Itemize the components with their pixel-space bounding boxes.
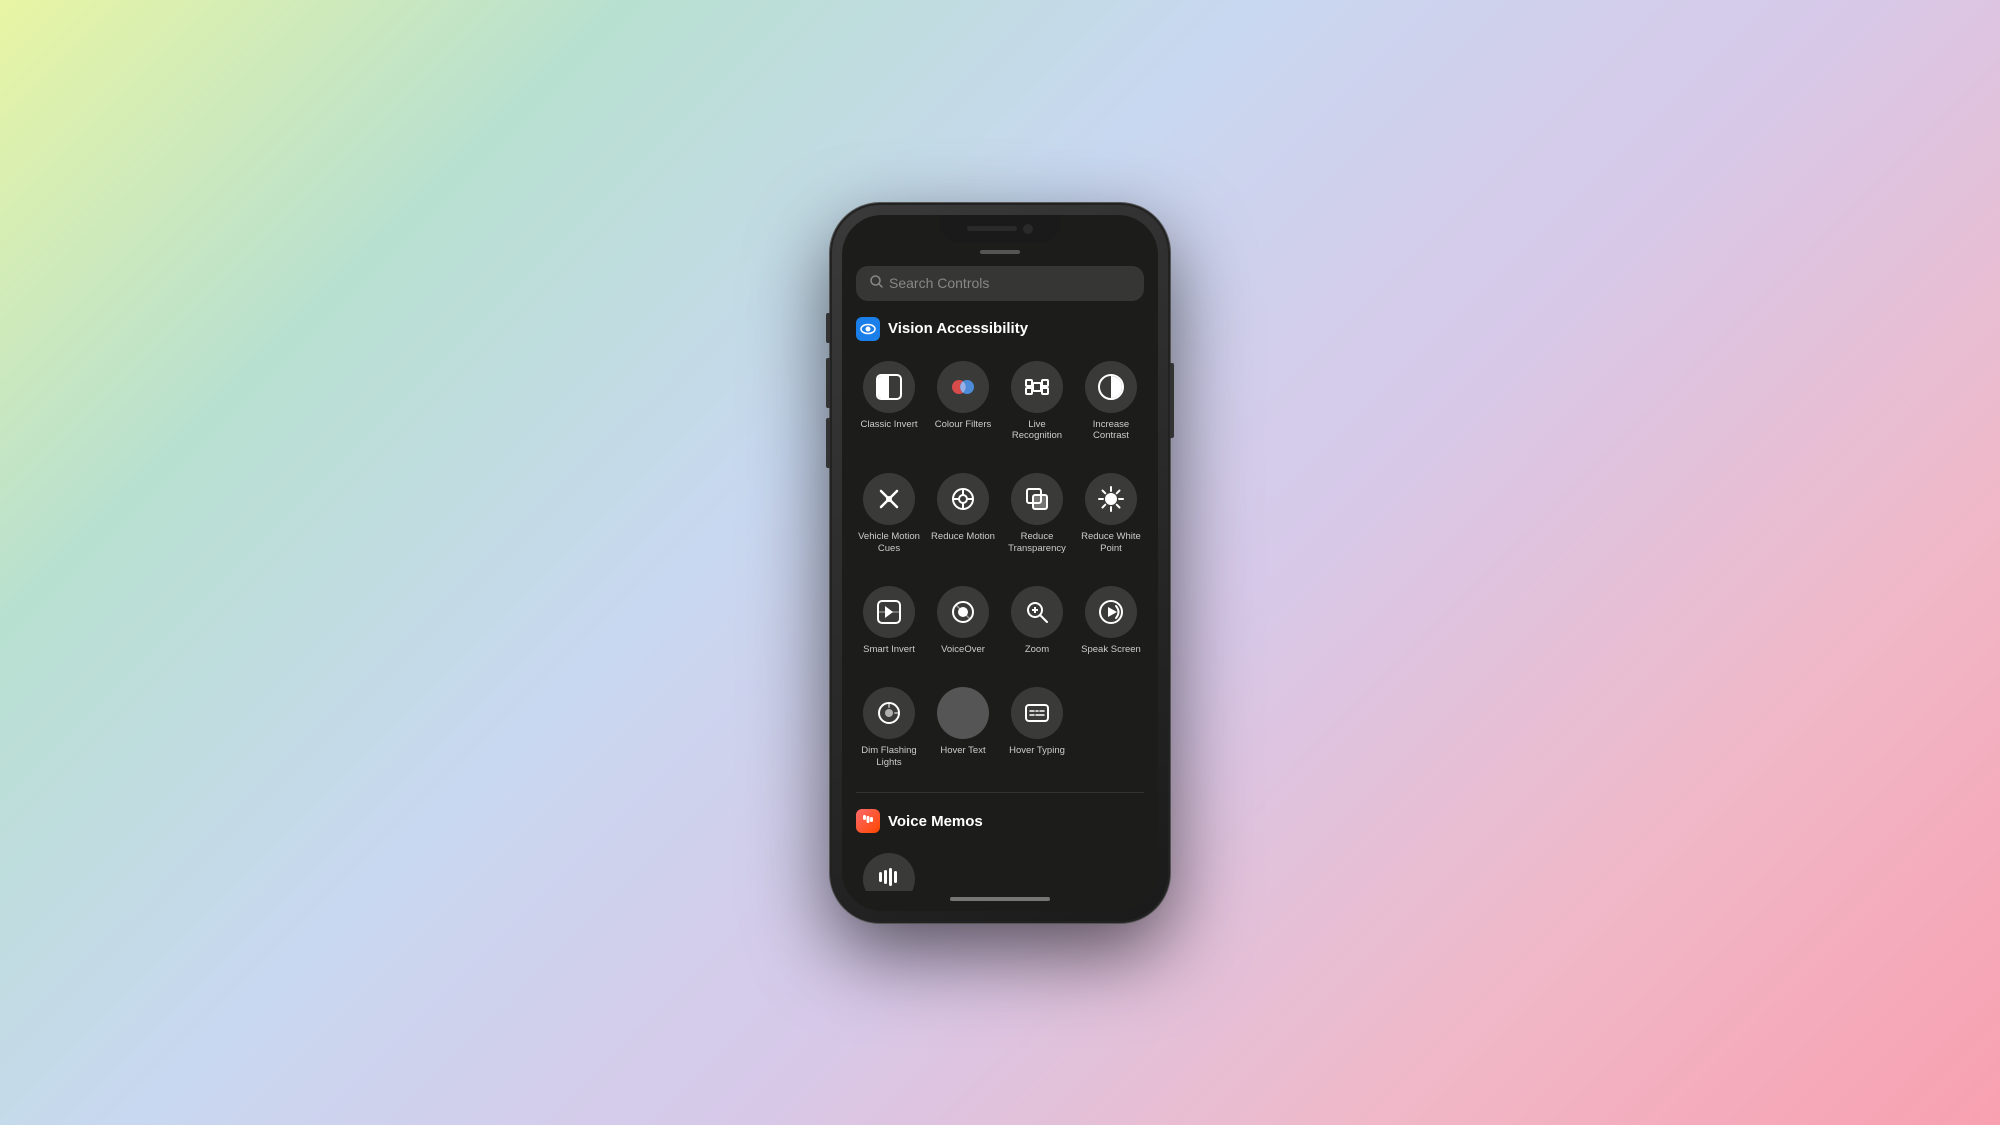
search-placeholder: Search Controls — [889, 275, 989, 291]
hover-text-icon — [937, 687, 989, 739]
controls-grid-row4: Dim Flashing Lights Hover Text — [852, 679, 1148, 776]
vehicle-motion-cues-label: Vehicle Motion Cues — [857, 531, 921, 554]
vision-accessibility-title: Vision Accessibility — [888, 320, 1028, 337]
hover-typing-icon — [1011, 687, 1063, 739]
reduce-transparency-label: Reduce Transparency — [1005, 531, 1069, 554]
zoom-control[interactable]: Zoom — [1000, 578, 1074, 663]
zoom-icon — [1011, 586, 1063, 638]
colour-filters-icon — [937, 361, 989, 413]
home-indicator — [842, 891, 1158, 911]
voiceover-label: VoiceOver — [941, 644, 985, 655]
dim-flashing-lights-label: Dim Flashing Lights — [857, 745, 921, 768]
vehicle-motion-cues-control[interactable]: Vehicle Motion Cues — [852, 465, 926, 562]
increase-contrast-label: Increase Contrast — [1079, 419, 1143, 442]
reduce-transparency-icon — [1011, 473, 1063, 525]
hover-typing-label: Hover Typing — [1009, 745, 1065, 756]
phone-screen: Search Controls Vision Accessibility — [842, 215, 1158, 911]
dim-flashing-lights-control[interactable]: Dim Flashing Lights — [852, 679, 926, 776]
colour-filters-control[interactable]: Colour Filters — [926, 353, 1000, 450]
voice-memos-icon — [856, 809, 880, 833]
controls-grid-row2: Vehicle Motion Cues — [852, 465, 1148, 562]
phone-wrapper: Search Controls Vision Accessibility — [830, 203, 1170, 923]
dim-flashing-lights-icon — [863, 687, 915, 739]
classic-invert-label: Classic Invert — [860, 419, 917, 430]
controls-grid-row1: Classic Invert Colour Filters — [852, 353, 1148, 450]
vision-accessibility-header: Vision Accessibility — [856, 317, 1144, 341]
reduce-motion-control[interactable]: Reduce Motion — [926, 465, 1000, 562]
reduce-motion-label: Reduce Motion — [931, 531, 995, 542]
colour-filters-label: Colour Filters — [935, 419, 992, 430]
reduce-white-point-icon — [1085, 473, 1137, 525]
drag-indicator — [980, 250, 1020, 254]
screen-content[interactable]: Search Controls Vision Accessibility — [842, 215, 1158, 891]
live-recognition-icon — [1011, 361, 1063, 413]
volume-down-button — [826, 418, 830, 468]
notch — [940, 215, 1060, 243]
smart-invert-label: Smart Invert — [863, 644, 915, 655]
voice-memos-header: Voice Memos — [856, 809, 1144, 833]
volume-up-button — [826, 358, 830, 408]
vision-accessibility-icon — [856, 317, 880, 341]
reduce-white-point-label: Reduce White Point — [1079, 531, 1143, 554]
notch-speaker — [967, 226, 1017, 231]
voiceover-icon — [937, 586, 989, 638]
speak-screen-control[interactable]: Speak Screen — [1074, 578, 1148, 663]
voice-memo-control[interactable]: Voice Memo — [852, 845, 926, 890]
search-icon — [870, 275, 883, 292]
classic-invert-control[interactable]: Classic Invert — [852, 353, 926, 450]
divider-1 — [856, 792, 1144, 793]
voice-memo-icon — [863, 853, 915, 890]
live-recognition-label: Live Recognition — [1005, 419, 1069, 442]
mute-button — [826, 313, 830, 343]
reduce-transparency-control[interactable]: Reduce Transparency — [1000, 465, 1074, 562]
zoom-label: Zoom — [1025, 644, 1049, 655]
increase-contrast-control[interactable]: Increase Contrast — [1074, 353, 1148, 450]
hover-text-control[interactable]: Hover Text — [926, 679, 1000, 776]
notch-camera — [1023, 224, 1033, 234]
classic-invert-icon — [863, 361, 915, 413]
voice-memos-controls: Voice Memo — [852, 845, 1148, 890]
smart-invert-control[interactable]: Smart Invert — [852, 578, 926, 663]
hover-typing-control[interactable]: Hover Typing — [1000, 679, 1074, 776]
power-button — [1170, 363, 1174, 438]
controls-grid-row3: Smart Invert VoiceOver — [852, 578, 1148, 663]
vehicle-motion-cues-icon — [863, 473, 915, 525]
speak-screen-label: Speak Screen — [1081, 644, 1141, 655]
phone-frame: Search Controls Vision Accessibility — [830, 203, 1170, 923]
smart-invert-icon — [863, 586, 915, 638]
speak-screen-icon — [1085, 586, 1137, 638]
reduce-white-point-control[interactable]: Reduce White Point — [1074, 465, 1148, 562]
hover-text-label: Hover Text — [940, 745, 985, 756]
voiceover-control[interactable]: VoiceOver — [926, 578, 1000, 663]
home-bar — [950, 897, 1050, 901]
reduce-motion-icon — [937, 473, 989, 525]
search-bar[interactable]: Search Controls — [856, 266, 1144, 301]
live-recognition-control[interactable]: Live Recognition — [1000, 353, 1074, 450]
increase-contrast-icon — [1085, 361, 1137, 413]
voice-memos-title: Voice Memos — [888, 813, 983, 830]
